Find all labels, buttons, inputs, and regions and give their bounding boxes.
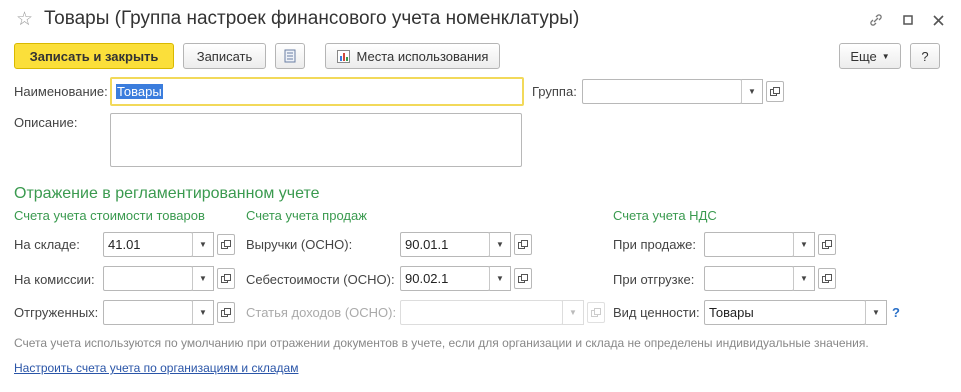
open-icon (822, 239, 832, 249)
cost-row-label: На складе: (14, 237, 80, 252)
chevron-down-icon: ▼ (872, 308, 880, 317)
open-icon (770, 86, 780, 96)
chevron-down-icon: ▼ (800, 240, 808, 249)
group-dropdown-button[interactable]: ▼ (741, 79, 763, 104)
chevron-down-icon: ▼ (199, 308, 207, 317)
name-input[interactable]: Товары (110, 77, 524, 106)
open-button[interactable] (818, 268, 836, 289)
vat-account-input[interactable] (704, 232, 794, 257)
save-button[interactable]: Записать (183, 43, 266, 69)
sales-accounts-header: Счета учета продаж (246, 208, 367, 223)
vat-accounts-header: Счета учета НДС (613, 208, 717, 223)
dropdown-button[interactable]: ▼ (192, 232, 214, 257)
open-icon (221, 307, 231, 317)
sales-row-label: Выручки (ОСНО): (246, 237, 353, 252)
sales-account-input[interactable]: 90.02.1 (400, 266, 490, 291)
chevron-down-icon: ▼ (496, 274, 504, 283)
open-button[interactable] (818, 234, 836, 255)
value-type-select[interactable]: Товары (704, 300, 866, 325)
chevron-down-icon: ▼ (199, 240, 207, 249)
open-icon (822, 273, 832, 283)
dropdown-button[interactable]: ▼ (865, 300, 887, 325)
dropdown-button-disabled: ▼ (562, 300, 584, 325)
dropdown-button[interactable]: ▼ (793, 266, 815, 291)
help-button[interactable]: ? (910, 43, 940, 69)
vat-row-label: Вид ценности: (613, 305, 700, 320)
cost-accounts-header: Счета учета стоимости товаров (14, 208, 205, 223)
chevron-down-icon: ▼ (569, 308, 577, 317)
report-icon (336, 49, 350, 63)
name-value: Товары (116, 84, 163, 99)
help-question-icon[interactable]: ? (892, 305, 900, 320)
link-icon[interactable] (866, 10, 886, 30)
open-icon (221, 239, 231, 249)
open-button-disabled (587, 302, 605, 323)
open-button[interactable] (217, 234, 235, 255)
chevron-down-icon: ▼ (800, 274, 808, 283)
cost-row-label: На комиссии: (14, 272, 95, 287)
configure-accounts-link[interactable]: Настроить счета учета по организациям и … (14, 361, 298, 375)
name-label: Наименование: (14, 84, 108, 99)
section-title: Отражение в регламентированном учете (14, 185, 320, 202)
dropdown-button[interactable]: ▼ (192, 300, 214, 325)
group-label: Группа: (532, 84, 577, 99)
vat-row-label: При отгрузке: (613, 272, 695, 287)
group-input[interactable] (582, 79, 742, 104)
income-item-input (400, 300, 563, 325)
description-textarea[interactable] (110, 113, 522, 167)
dropdown-button[interactable]: ▼ (489, 232, 511, 257)
more-menu-button[interactable]: Еще ▼ (839, 43, 901, 69)
dropdown-button[interactable]: ▼ (793, 232, 815, 257)
dropdown-button[interactable]: ▼ (489, 266, 511, 291)
cost-account-input[interactable] (103, 266, 193, 291)
open-button[interactable] (217, 268, 235, 289)
more-label: Еще (850, 48, 877, 64)
usage-places-button[interactable]: Места использования (325, 43, 500, 69)
open-button[interactable] (217, 302, 235, 323)
chevron-down-icon: ▼ (199, 274, 207, 283)
dropdown-button[interactable]: ▼ (192, 266, 214, 291)
vat-account-input[interactable] (704, 266, 794, 291)
chevron-down-icon: ▼ (881, 51, 890, 61)
chevron-down-icon: ▼ (748, 87, 756, 96)
window-title: Товары (Группа настроек финансового учет… (44, 8, 580, 29)
cost-account-input[interactable]: 41.01 (103, 232, 193, 257)
group-open-button[interactable] (766, 81, 784, 102)
open-icon (591, 307, 601, 317)
close-icon[interactable] (928, 10, 948, 30)
favorite-star-icon[interactable]: ☆ (16, 8, 33, 31)
vat-row-label: При продаже: (613, 237, 697, 252)
description-label: Описание: (14, 115, 78, 130)
document-list-button[interactable] (275, 43, 305, 69)
list-icon (284, 49, 296, 63)
open-button[interactable] (514, 234, 532, 255)
cost-row-label: Отгруженных: (14, 305, 99, 320)
cost-account-input[interactable] (103, 300, 193, 325)
open-button[interactable] (514, 268, 532, 289)
save-and-close-button[interactable]: Записать и закрыть (14, 43, 174, 69)
open-icon (221, 273, 231, 283)
sales-row-label: Себестоимости (ОСНО): (246, 272, 395, 287)
info-note: Счета учета используются по умолчанию пр… (14, 336, 869, 350)
sales-account-input[interactable]: 90.01.1 (400, 232, 490, 257)
usage-places-label: Места использования (356, 48, 489, 64)
chevron-down-icon: ▼ (496, 240, 504, 249)
maximize-icon[interactable] (898, 10, 918, 30)
open-icon (518, 239, 528, 249)
open-icon (518, 273, 528, 283)
sales-row-label-disabled: Статья доходов (ОСНО): (246, 305, 397, 320)
